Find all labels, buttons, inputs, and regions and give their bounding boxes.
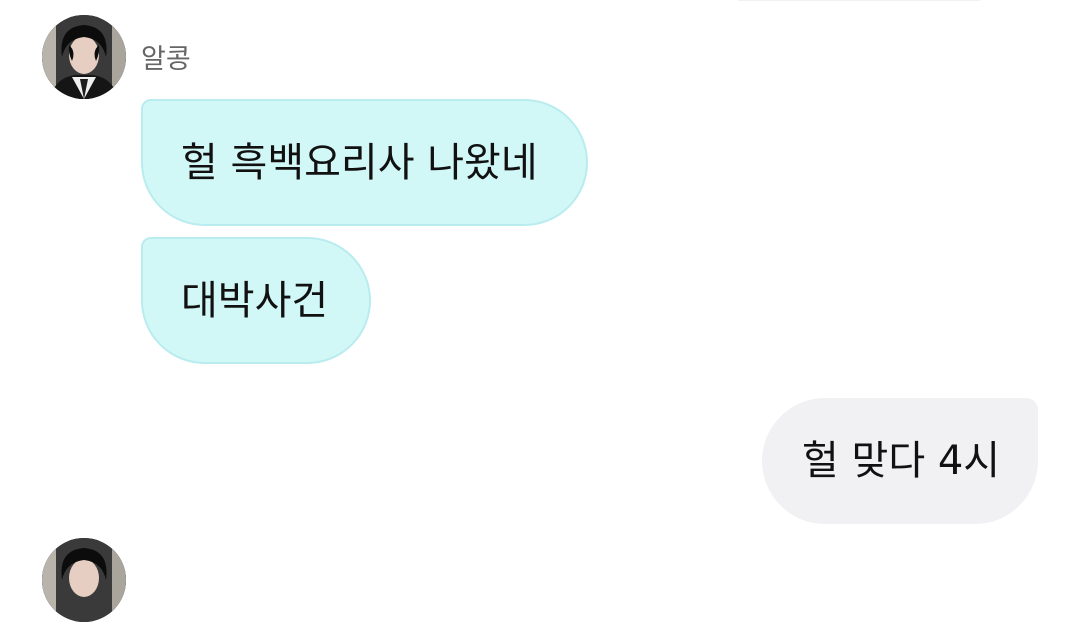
incoming-message-bubble[interactable]: 대박사건	[141, 237, 371, 364]
incoming-message-bubble[interactable]: 헐 흑백요리사 나왔네	[141, 99, 588, 226]
sender-avatar[interactable]	[42, 538, 126, 622]
avatar-photo-icon	[42, 15, 126, 99]
previous-message-bubble-edge	[732, 0, 986, 1]
avatar-photo-icon	[42, 538, 126, 622]
sender-name: 알콩	[141, 44, 191, 75]
message-text: 헐 흑백요리사 나왔네	[181, 139, 538, 186]
sender-avatar[interactable]	[42, 15, 126, 99]
outgoing-message-bubble[interactable]: 헐 맞다 4시	[762, 398, 1038, 524]
message-text: 대박사건	[181, 277, 329, 324]
message-text: 헐 맞다 4시	[802, 438, 1001, 484]
